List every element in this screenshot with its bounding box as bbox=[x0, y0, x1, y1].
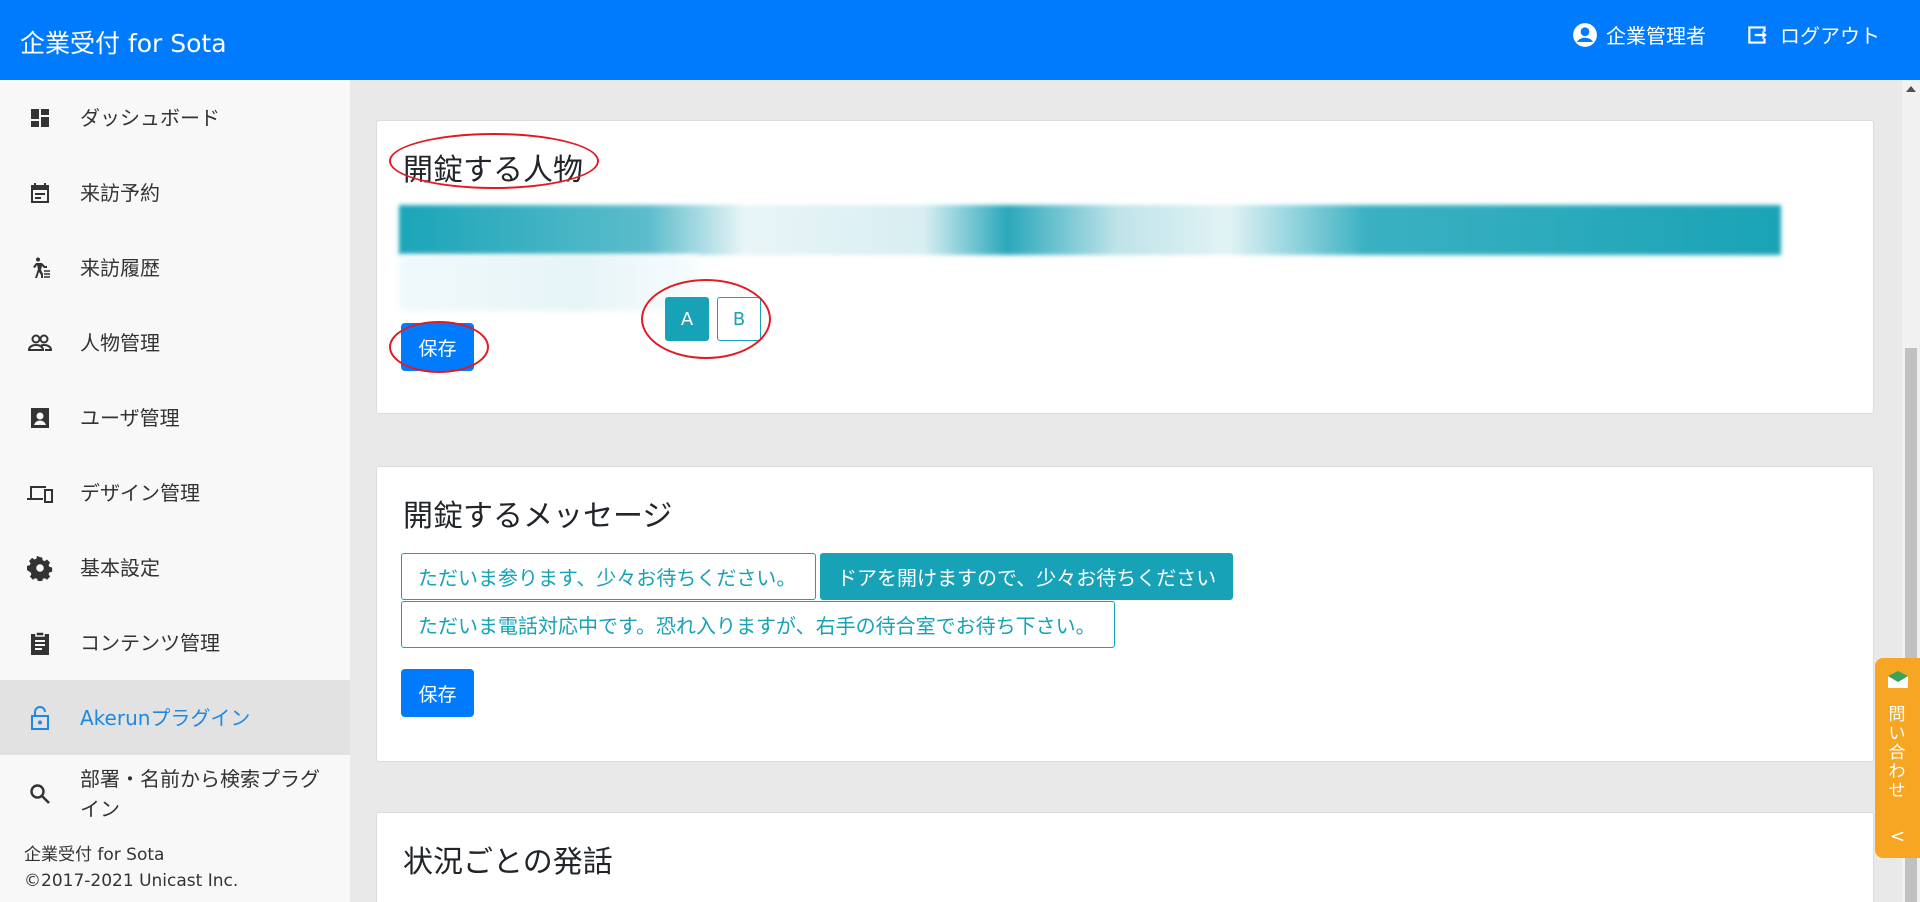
contact-card-icon bbox=[26, 404, 54, 432]
sidebar-item-label: デザイン管理 bbox=[80, 480, 200, 505]
sidebar-item-label: コンテンツ管理 bbox=[80, 630, 220, 655]
calendar-icon bbox=[26, 179, 54, 207]
sidebar-item-label: 基本設定 bbox=[80, 555, 160, 580]
walking-icon bbox=[26, 254, 54, 282]
account-circle-icon bbox=[1573, 22, 1597, 47]
annotation-ellipse bbox=[641, 279, 771, 359]
sidebar-item-users[interactable]: ユーザ管理 bbox=[0, 380, 350, 455]
message-option-3[interactable]: ただいま電話対応中です。恐れ入りますが、右手の待合室でお待ち下さい。 bbox=[401, 601, 1115, 648]
person-card: 開錠する人物 A B 保存 bbox=[376, 120, 1874, 414]
sidebar-item-label: 来訪履歴 bbox=[80, 255, 160, 280]
gear-icon bbox=[26, 554, 54, 582]
logout-label: ログアウト bbox=[1780, 24, 1880, 48]
contact-tab-label: 問い合わせ bbox=[1888, 705, 1906, 801]
search-icon bbox=[26, 780, 54, 808]
message-save-button[interactable]: 保存 bbox=[401, 669, 474, 717]
sidebar-item-label: 部署・名前から検索プラグイン bbox=[80, 766, 320, 821]
sidebar-item-visit-history[interactable]: 来訪履歴 bbox=[0, 230, 350, 305]
dashboard-icon bbox=[26, 104, 54, 132]
sidebar-footer: 企業受付 for Sota ©2017-2021 Unicast Inc. bbox=[24, 842, 238, 894]
footer-copyright: ©2017-2021 Unicast Inc. bbox=[24, 871, 239, 891]
message-option-2[interactable]: ドアを開けますので、少々お待ちください bbox=[820, 553, 1233, 600]
logout-button[interactable]: ログアウト bbox=[1744, 20, 1880, 49]
scroll-up-icon[interactable] bbox=[1906, 86, 1916, 92]
sidebar-item-label: 人物管理 bbox=[80, 330, 160, 355]
sidebar-item-settings[interactable]: 基本設定 bbox=[0, 530, 350, 605]
message-option-1[interactable]: ただいま参ります、少々お待ちください。 bbox=[401, 553, 816, 600]
lock-open-icon bbox=[26, 704, 54, 732]
sidebar-item-label: ダッシュボード bbox=[80, 105, 220, 130]
logout-icon bbox=[1748, 25, 1767, 44]
sidebar-item-label: 来訪予約 bbox=[80, 180, 160, 205]
sidebar: ダッシュボード 来訪予約 来訪履歴 人物管理 ユーザ管理 デザイン管理 基本設定… bbox=[0, 80, 350, 902]
sidebar-item-label: Akerunプラグイン bbox=[80, 705, 251, 730]
annotation-ellipse bbox=[389, 133, 599, 189]
user-label: 企業管理者 bbox=[1606, 24, 1706, 48]
blurred-person-list bbox=[399, 205, 1781, 255]
mail-icon bbox=[1888, 671, 1908, 688]
sidebar-item-contents[interactable]: コンテンツ管理 bbox=[0, 605, 350, 680]
sidebar-item-search-plugin[interactable]: 部署・名前から検索プラグイン bbox=[0, 755, 350, 832]
top-header: 企業受付 for Sota 企業管理者 ログアウト bbox=[0, 0, 1920, 80]
message-card: 開錠するメッセージ ただいま参ります、少々お待ちください。 ドアを開けますので、… bbox=[376, 466, 1874, 762]
clipboard-icon bbox=[26, 629, 54, 657]
sidebar-item-people[interactable]: 人物管理 bbox=[0, 305, 350, 380]
main-content: 開錠する人物 A B 保存 開錠するメッセージ ただいま参ります、少々お待ちくだ… bbox=[350, 80, 1902, 902]
app-brand[interactable]: 企業受付 for Sota bbox=[20, 24, 227, 60]
situation-card-title: 状況ごとの発話 bbox=[403, 845, 613, 880]
footer-app-name: 企業受付 for Sota bbox=[24, 845, 165, 865]
sidebar-item-label: ユーザ管理 bbox=[80, 405, 180, 430]
message-card-title: 開錠するメッセージ bbox=[403, 499, 673, 534]
situation-card: 状況ごとの発話 bbox=[376, 812, 1874, 902]
sidebar-item-akerun[interactable]: Akerunプラグイン bbox=[0, 680, 350, 755]
sidebar-item-design[interactable]: デザイン管理 bbox=[0, 455, 350, 530]
people-icon bbox=[26, 329, 54, 357]
chevron-left-icon: < bbox=[1890, 826, 1906, 847]
sidebar-item-dashboard[interactable]: ダッシュボード bbox=[0, 80, 350, 155]
contact-tab[interactable]: 問い合わせ < bbox=[1875, 658, 1920, 858]
annotation-ellipse bbox=[389, 321, 489, 373]
devices-icon bbox=[26, 479, 54, 507]
sidebar-item-reservations[interactable]: 来訪予約 bbox=[0, 155, 350, 230]
user-menu[interactable]: 企業管理者 bbox=[1572, 20, 1706, 49]
